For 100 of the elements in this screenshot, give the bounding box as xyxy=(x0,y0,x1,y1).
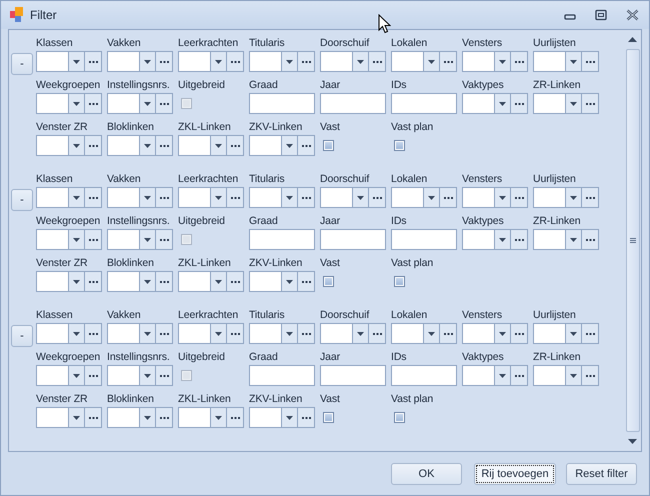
combo-field[interactable] xyxy=(462,229,495,250)
more-button[interactable] xyxy=(298,135,315,156)
combo-field[interactable] xyxy=(107,323,140,344)
combo-field[interactable] xyxy=(107,187,140,208)
dropdown-button[interactable] xyxy=(424,323,440,344)
more-button[interactable] xyxy=(298,271,315,292)
remove-row-button[interactable]: - xyxy=(11,325,33,347)
dropdown-button[interactable] xyxy=(566,365,582,386)
text-field[interactable] xyxy=(249,93,315,114)
combo-field[interactable] xyxy=(178,51,211,72)
dropdown-button[interactable] xyxy=(69,229,85,250)
dropdown-button[interactable] xyxy=(495,229,511,250)
more-button[interactable] xyxy=(582,365,599,386)
dropdown-button[interactable] xyxy=(566,51,582,72)
more-button[interactable] xyxy=(156,271,173,292)
dropdown-button[interactable] xyxy=(282,407,298,428)
dropdown-button[interactable] xyxy=(566,229,582,250)
more-button[interactable] xyxy=(298,187,315,208)
combo-field[interactable] xyxy=(462,187,495,208)
combo-field[interactable] xyxy=(36,229,69,250)
dropdown-button[interactable] xyxy=(140,271,156,292)
combo-field[interactable] xyxy=(107,271,140,292)
scroll-up-icon[interactable] xyxy=(628,37,637,42)
more-button[interactable] xyxy=(156,365,173,386)
checkbox[interactable] xyxy=(323,276,334,287)
combo-field[interactable] xyxy=(533,229,566,250)
dropdown-button[interactable] xyxy=(69,271,85,292)
combo-field[interactable] xyxy=(249,407,282,428)
text-field[interactable] xyxy=(391,365,457,386)
dropdown-button[interactable] xyxy=(69,187,85,208)
combo-field[interactable] xyxy=(36,407,69,428)
combo-field[interactable] xyxy=(178,271,211,292)
dropdown-button[interactable] xyxy=(424,187,440,208)
combo-field[interactable] xyxy=(533,365,566,386)
combo-field[interactable] xyxy=(107,407,140,428)
dropdown-button[interactable] xyxy=(282,187,298,208)
combo-field[interactable] xyxy=(462,93,495,114)
more-button[interactable] xyxy=(511,365,528,386)
checkbox[interactable] xyxy=(323,140,334,151)
more-button[interactable] xyxy=(511,323,528,344)
more-button[interactable] xyxy=(369,187,386,208)
more-button[interactable] xyxy=(298,407,315,428)
dropdown-button[interactable] xyxy=(211,51,227,72)
dropdown-button[interactable] xyxy=(211,271,227,292)
combo-field[interactable] xyxy=(533,187,566,208)
more-button[interactable] xyxy=(582,51,599,72)
dropdown-button[interactable] xyxy=(495,93,511,114)
combo-field[interactable] xyxy=(320,51,353,72)
combo-field[interactable] xyxy=(107,365,140,386)
more-button[interactable] xyxy=(156,135,173,156)
more-button[interactable] xyxy=(440,323,457,344)
text-field[interactable] xyxy=(249,229,315,250)
dropdown-button[interactable] xyxy=(282,135,298,156)
combo-field[interactable] xyxy=(320,323,353,344)
combo-field[interactable] xyxy=(462,51,495,72)
more-button[interactable] xyxy=(582,93,599,114)
more-button[interactable] xyxy=(85,407,102,428)
combo-field[interactable] xyxy=(36,51,69,72)
combo-field[interactable] xyxy=(178,323,211,344)
dropdown-button[interactable] xyxy=(566,187,582,208)
more-button[interactable] xyxy=(298,323,315,344)
combo-field[interactable] xyxy=(36,271,69,292)
more-button[interactable] xyxy=(298,51,315,72)
dialog-button[interactable]: Reset filter xyxy=(566,462,637,484)
dropdown-button[interactable] xyxy=(566,323,582,344)
dropdown-button[interactable] xyxy=(211,323,227,344)
remove-row-button[interactable]: - xyxy=(11,189,33,211)
dropdown-button[interactable] xyxy=(566,93,582,114)
more-button[interactable] xyxy=(85,51,102,72)
more-button[interactable] xyxy=(582,187,599,208)
combo-field[interactable] xyxy=(178,407,211,428)
more-button[interactable] xyxy=(85,135,102,156)
scroll-down-icon[interactable] xyxy=(628,439,637,444)
checkbox[interactable] xyxy=(394,140,405,151)
more-button[interactable] xyxy=(156,407,173,428)
text-field[interactable] xyxy=(320,229,386,250)
more-button[interactable] xyxy=(156,93,173,114)
checkbox[interactable] xyxy=(323,412,334,423)
more-button[interactable] xyxy=(369,51,386,72)
dropdown-button[interactable] xyxy=(69,93,85,114)
combo-field[interactable] xyxy=(178,187,211,208)
more-button[interactable] xyxy=(227,323,244,344)
more-button[interactable] xyxy=(440,51,457,72)
more-button[interactable] xyxy=(511,93,528,114)
text-field[interactable] xyxy=(249,365,315,386)
checkbox[interactable] xyxy=(394,412,405,423)
text-field[interactable] xyxy=(320,93,386,114)
dropdown-button[interactable] xyxy=(353,187,369,208)
dropdown-button[interactable] xyxy=(140,323,156,344)
combo-field[interactable] xyxy=(178,135,211,156)
combo-field[interactable] xyxy=(107,229,140,250)
more-button[interactable] xyxy=(511,51,528,72)
dropdown-button[interactable] xyxy=(140,365,156,386)
text-field[interactable] xyxy=(391,229,457,250)
more-button[interactable] xyxy=(440,187,457,208)
combo-field[interactable] xyxy=(391,187,424,208)
combo-field[interactable] xyxy=(249,271,282,292)
dropdown-button[interactable] xyxy=(69,407,85,428)
dropdown-button[interactable] xyxy=(140,407,156,428)
more-button[interactable] xyxy=(156,187,173,208)
